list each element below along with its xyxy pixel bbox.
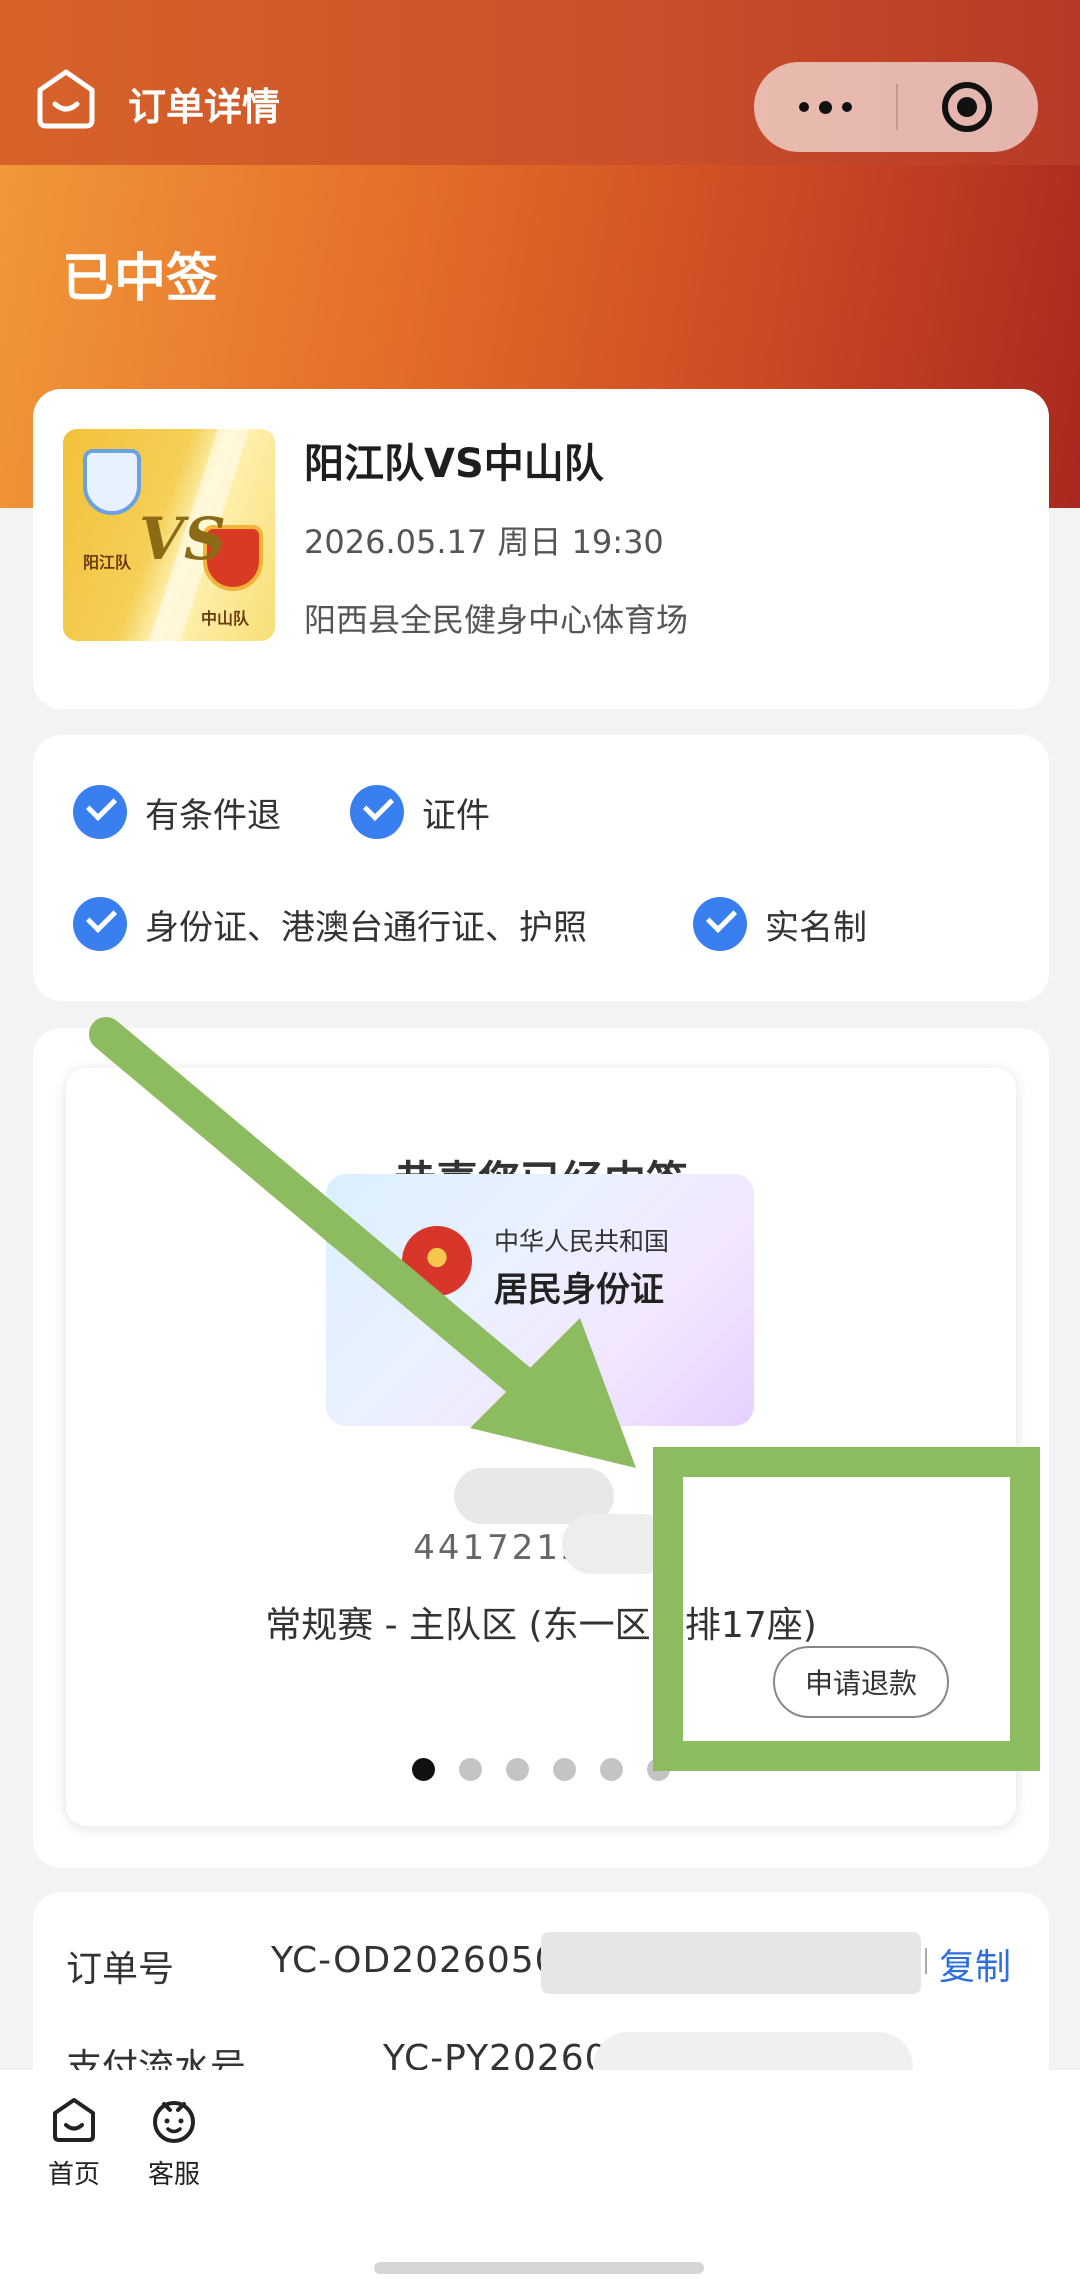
page-title: 订单详情 <box>128 85 281 129</box>
copy-order-number-link[interactable]: 复制 <box>939 1938 1011 1990</box>
tag-label: 实名制 <box>765 907 867 948</box>
tag-label: 证件 <box>422 795 490 836</box>
tag-label: 身份证、港澳台通行证、护照 <box>145 907 587 948</box>
id-card-graphic: 中华人民共和国 居民身份证 <box>326 1174 754 1426</box>
nav-home[interactable]: 首页 <box>34 2096 114 2191</box>
match-title: 阳江队VS中山队 <box>304 441 604 487</box>
home-icon <box>53 2098 95 2142</box>
check-icon <box>350 785 404 839</box>
tag-refund-policy: 有条件退 <box>73 785 281 839</box>
national-emblem-icon <box>402 1226 472 1296</box>
check-icon <box>73 897 127 951</box>
mini-program-capsule <box>754 62 1038 152</box>
id-card-title: 居民身份证 <box>494 1270 664 1310</box>
id-card-subtitle: 中华人民共和国 <box>494 1227 670 1256</box>
apply-refund-button[interactable]: 申请退款 <box>773 1646 949 1718</box>
pagination-dot[interactable] <box>553 1758 576 1781</box>
tag-real-name: 实名制 <box>693 897 867 951</box>
home-indicator <box>374 2262 704 2274</box>
ticket-slide[interactable]: 恭喜您已经中签 中华人民共和国 居民身份证 44172120* 7 常规赛 - … <box>66 1068 1016 1826</box>
mini-program-close-icon[interactable] <box>942 82 992 132</box>
order-status: 已中签 <box>62 249 219 309</box>
pagination-dot[interactable] <box>506 1758 529 1781</box>
match-datetime: 2026.05.17 周日 19:30 <box>304 523 664 561</box>
nav-customer-service[interactable]: 客服 <box>134 2096 214 2191</box>
seat-info: 常规赛 - 主队区 (东一区 5排17座) <box>265 1605 817 1646</box>
tag-label: 有条件退 <box>145 795 281 836</box>
tag-id-types: 身份证、港澳台通行证、护照 <box>73 897 587 951</box>
carousel-pagination <box>66 1758 1016 1781</box>
pagination-dot[interactable] <box>412 1758 435 1781</box>
order-number-label: 订单号 <box>66 1949 175 1990</box>
match-card[interactable]: VS 阳江队 中山队 阳江队VS中山队 2026.05.17 周日 19:30 … <box>33 389 1049 709</box>
poster-vs-text: VS <box>139 505 226 573</box>
pagination-dot[interactable] <box>647 1758 670 1781</box>
ticket-carousel-card: 恭喜您已经中签 中华人民共和国 居民身份证 44172120* 7 常规赛 - … <box>33 1028 1049 1868</box>
mini-program-home-icon[interactable] <box>34 66 98 130</box>
policy-tags-card: 有条件退 证件 身份证、港澳台通行证、护照 实名制 <box>33 735 1049 1001</box>
copy-divider <box>925 1948 927 1974</box>
capsule-divider <box>896 84 898 130</box>
pagination-dot[interactable] <box>459 1758 482 1781</box>
nav-customer-service-label: 客服 <box>147 2160 200 2190</box>
redaction-blur <box>541 1932 921 1994</box>
nav-home-label: 首页 <box>47 2160 100 2190</box>
poster-team-b: 中山队 <box>201 609 250 628</box>
match-venue: 阳西县全民健身中心体育场 <box>304 601 689 639</box>
match-poster: VS 阳江队 中山队 <box>63 429 275 641</box>
check-icon <box>73 785 127 839</box>
redaction-blur <box>562 1514 672 1574</box>
poster-team-a: 阳江队 <box>83 553 132 572</box>
id-number: 44172120* 7 <box>413 1528 669 1568</box>
more-dots-icon[interactable] <box>754 62 896 152</box>
customer-service-icon <box>153 2101 195 2143</box>
top-navigation-bar: 订单详情 <box>0 0 1080 165</box>
team-a-badge-icon <box>83 449 141 515</box>
tag-document: 证件 <box>350 785 490 839</box>
check-icon <box>693 897 747 951</box>
pagination-dot[interactable] <box>600 1758 623 1781</box>
